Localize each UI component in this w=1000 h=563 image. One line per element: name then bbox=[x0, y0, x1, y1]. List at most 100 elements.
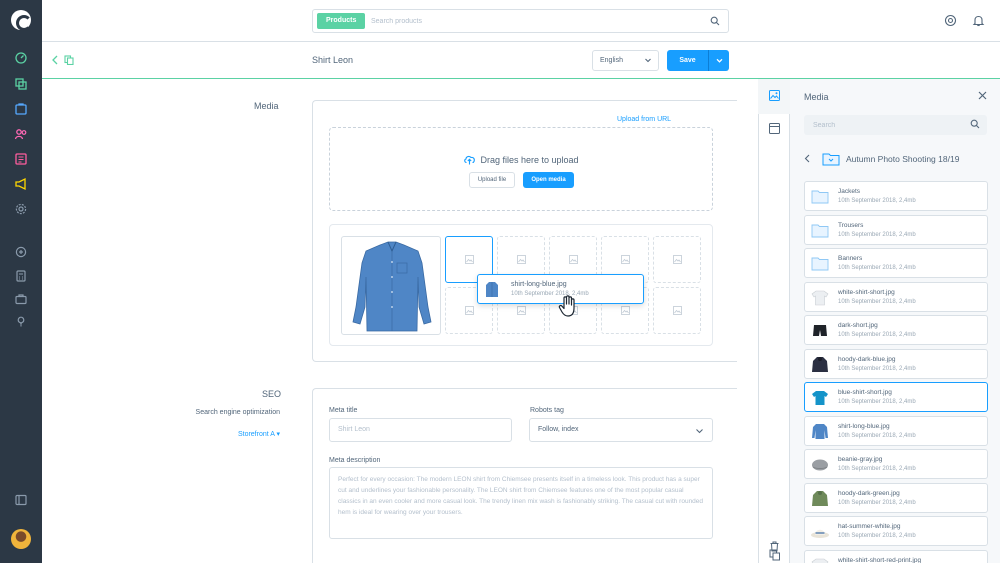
open-media-button[interactable]: Open media bbox=[523, 172, 574, 188]
upload-from-url-link[interactable]: Upload from URL bbox=[617, 116, 671, 123]
robots-tag-select[interactable]: Follow, index bbox=[529, 418, 713, 442]
media-list-item[interactable]: Jackets 10th September 2018, 2,4mb bbox=[804, 181, 988, 211]
collapse-sidebar-icon[interactable] bbox=[14, 493, 28, 507]
media-file-list: Jackets 10th September 2018, 2,4mb Trouser… bbox=[804, 181, 988, 563]
media-item-meta: 10th September 2018, 2,4mb bbox=[838, 332, 916, 338]
global-search-bar[interactable]: Products bbox=[312, 9, 729, 33]
search-type-pill[interactable]: Products bbox=[317, 13, 366, 29]
duplicate-icon[interactable] bbox=[64, 55, 74, 65]
sidebar-tab-media[interactable] bbox=[758, 79, 790, 114]
sidebar-tab-layout[interactable] bbox=[769, 123, 780, 136]
customers-icon[interactable] bbox=[14, 127, 28, 141]
content-icon[interactable] bbox=[14, 152, 28, 166]
dark-shorts-thumbnail-icon bbox=[810, 322, 830, 339]
media-list-item[interactable]: hoody-dark-blue.jpg 10th September 2018, … bbox=[804, 348, 988, 379]
robots-tag-label: Robots tag bbox=[530, 407, 564, 414]
back-chevron-icon[interactable] bbox=[51, 55, 59, 65]
global-search-input[interactable] bbox=[371, 13, 691, 29]
chevron-down-icon bbox=[696, 429, 703, 434]
marketing-icon[interactable] bbox=[14, 177, 28, 191]
grab-hand-cursor-icon bbox=[558, 295, 575, 317]
image-placeholder-icon bbox=[621, 306, 630, 315]
calculator-icon[interactable] bbox=[14, 269, 28, 283]
image-placeholder-icon bbox=[465, 255, 474, 264]
media-item-name: hoody-dark-blue.jpg bbox=[838, 355, 896, 363]
blue-long-shirt-image bbox=[352, 241, 432, 332]
lightbulb-icon[interactable] bbox=[14, 314, 28, 328]
hat-thumbnail-icon bbox=[810, 523, 830, 540]
media-search-box[interactable] bbox=[804, 115, 987, 135]
media-slot-5[interactable] bbox=[653, 236, 701, 283]
save-options-button[interactable] bbox=[708, 50, 729, 71]
media-item-meta: 10th September 2018, 2,4mb bbox=[838, 198, 916, 204]
green-hoody-thumbnail-icon bbox=[810, 490, 830, 507]
drop-label: Drag files here to upload bbox=[480, 155, 579, 165]
plus-circle-icon[interactable] bbox=[14, 245, 28, 259]
folder-icon bbox=[810, 222, 830, 239]
notifications-bell-icon[interactable] bbox=[972, 14, 986, 28]
media-item-name: dark-short.jpg bbox=[838, 322, 878, 329]
dashboard-icon[interactable] bbox=[14, 51, 28, 65]
meta-title-input[interactable]: Shirt Leon bbox=[329, 418, 512, 442]
media-list-item[interactable]: white-shirt-short-red-print.jpg10th Sept… bbox=[804, 549, 988, 563]
media-item-name: shirt-long-blue.jpg bbox=[838, 422, 890, 430]
cover-image[interactable] bbox=[341, 236, 441, 335]
media-item-meta: 10th September 2018, 2,4mb bbox=[838, 533, 916, 539]
smart-bar: Shirt Leon English Save bbox=[42, 42, 1000, 79]
media-panel-title: Media bbox=[804, 92, 829, 102]
media-item-name: hat-summer-white.jpg bbox=[838, 523, 901, 530]
top-bar: Products bbox=[42, 0, 1000, 42]
storefront-switch[interactable]: Storefront A ▾ bbox=[140, 430, 280, 438]
meta-description-textarea[interactable]: Perfect for every occasion: The modern L… bbox=[329, 467, 713, 539]
media-item-meta: 10th September 2018, 2,4mb bbox=[838, 499, 916, 506]
media-dropzone[interactable]: Drag files here to upload Upload file Op… bbox=[329, 127, 713, 211]
media-list-item[interactable]: hoody-dark-green.jpg 10th September 2018,… bbox=[804, 482, 988, 513]
catalogue-icon[interactable] bbox=[14, 77, 28, 91]
media-item-meta: 10th September 2018, 2,4mb bbox=[838, 466, 916, 472]
media-list-item[interactable]: blue-shirt-short.jpg 10th September 2018,… bbox=[804, 382, 988, 412]
media-list-item[interactable]: Trousers 10th September 2018, 2,4mb bbox=[804, 214, 988, 245]
image-placeholder-icon bbox=[673, 306, 682, 315]
media-list-item[interactable]: dark-short.jpg 10th September 2018, 2,4mb bbox=[804, 315, 988, 345]
page-title: Shirt Leon bbox=[312, 55, 354, 65]
media-item-name: blue-shirt-short.jpg bbox=[838, 389, 892, 396]
image-placeholder-icon bbox=[621, 255, 630, 264]
media-list-item[interactable]: white-shirt-short.jpg 10th September 2018… bbox=[804, 281, 988, 312]
orders-icon[interactable] bbox=[14, 102, 28, 116]
back-chevron-icon[interactable] bbox=[804, 154, 811, 163]
media-list-item[interactable]: beanie-gray.jpg 10th September 2018, 2,4m… bbox=[804, 449, 988, 479]
shopware-logo-icon[interactable] bbox=[11, 10, 32, 31]
media-search-input[interactable] bbox=[813, 118, 963, 132]
cloud-upload-icon bbox=[464, 155, 476, 165]
image-placeholder-icon bbox=[465, 306, 474, 315]
media-list-item[interactable]: Banners 10th September 2018, 2,4mb bbox=[804, 248, 988, 278]
media-sidebar-panel: Media Autumn Photo Shooting 18/19 Jacket… bbox=[790, 79, 1000, 563]
media-item-name: white-shirt-short.jpg bbox=[838, 288, 895, 296]
blue-long-shirt-icon bbox=[486, 282, 498, 297]
dropzone-text: Drag files here to upload bbox=[330, 154, 712, 165]
search-icon[interactable] bbox=[710, 16, 720, 26]
blue-long-shirt-thumbnail-icon bbox=[810, 423, 830, 440]
language-switch[interactable]: English bbox=[592, 50, 659, 71]
user-avatar[interactable] bbox=[11, 529, 31, 549]
upload-file-button[interactable]: Upload file bbox=[469, 172, 515, 188]
media-list-item[interactable]: hat-summer-white.jpg 10th September 2018,… bbox=[804, 516, 988, 546]
close-icon[interactable] bbox=[978, 91, 987, 100]
media-item-name: Banners bbox=[838, 255, 863, 262]
search-icon[interactable] bbox=[970, 119, 980, 129]
folder-title: Autumn Photo Shooting 18/19 bbox=[846, 154, 960, 164]
media-slot-10[interactable] bbox=[653, 287, 701, 334]
media-item-name: white-shirt-short-red-print.jpg bbox=[838, 556, 922, 563]
media-list-item[interactable]: shirt-long-blue.jpg 10th September 2018, … bbox=[804, 415, 988, 446]
briefcase-icon[interactable] bbox=[14, 292, 28, 306]
image-placeholder-icon bbox=[517, 306, 526, 315]
image-placeholder-icon bbox=[569, 255, 578, 264]
save-button[interactable]: Save bbox=[667, 50, 708, 71]
meta-description-label: Meta description bbox=[329, 457, 381, 464]
folder-icon bbox=[822, 153, 840, 166]
help-lifebuoy-icon[interactable] bbox=[944, 14, 958, 28]
folder-icon bbox=[810, 255, 830, 272]
sidebar-delete[interactable] bbox=[769, 541, 780, 554]
seo-subtitle: Search engine optimization bbox=[195, 409, 280, 416]
settings-gear-icon[interactable] bbox=[14, 202, 28, 216]
